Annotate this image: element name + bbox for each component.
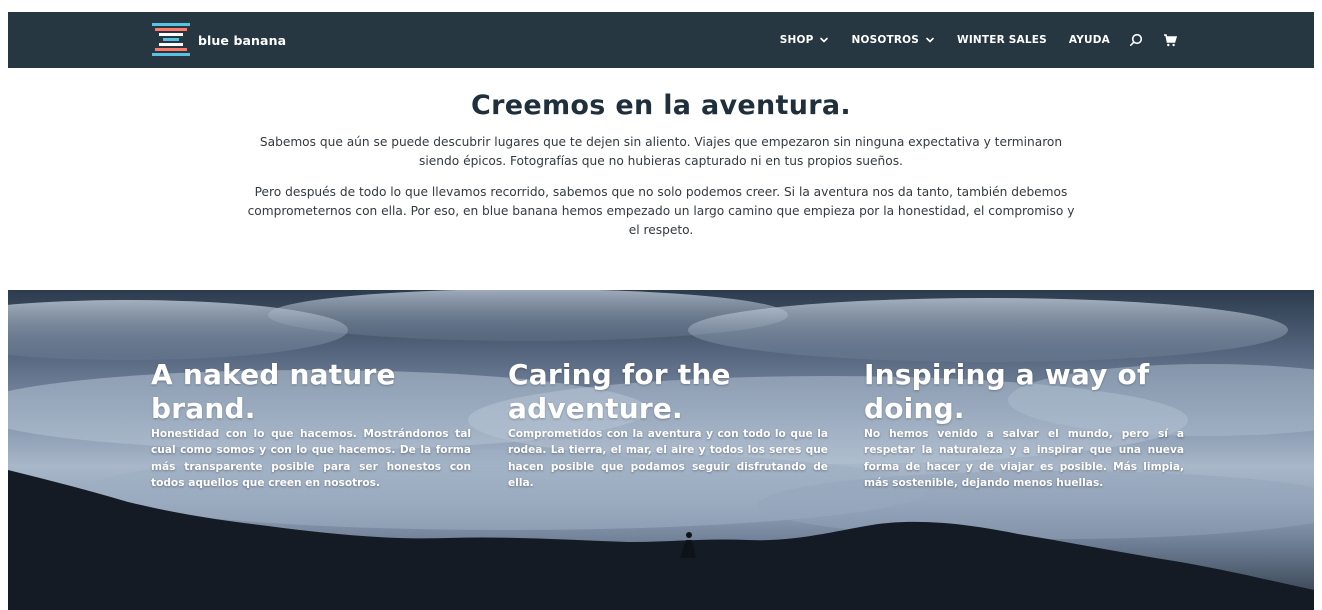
menu-label-nosotros[interactable]: NOSOTROS [851,34,919,46]
search-icon[interactable] [1128,32,1144,48]
menu-item-nosotros[interactable]: NOSOTROS [851,34,935,46]
value-title-1: A naked nature brand. [151,358,396,425]
value-title-2: Caring for the adventure. [508,358,731,425]
intro-section: Creemos en la aventura. Sabemos que aún … [0,68,1322,290]
page-title: Creemos en la aventura. [471,90,851,121]
value-title-3: Inspiring a way of doing. [864,358,1150,425]
menu-label-shop[interactable]: SHOP [780,34,814,46]
intro-paragraph-2: Pero después de todo lo que llevamos rec… [247,185,1075,237]
intro-paragraph-1: Sabemos que aún se puede descubrir lugar… [259,135,1063,168]
chevron-down-icon[interactable] [925,35,935,45]
site-header: blue banana SHOP NOSOTROS WINTER SALES A… [8,12,1314,68]
value-text-2: Comprometidos con la aventura y con todo… [508,428,828,489]
value-column-1: A naked nature brand. Honestidad con lo … [151,358,471,491]
value-text-1: Honestidad con lo que hacemos. Mostrándo… [151,428,471,489]
x-stripes-logo-icon [152,23,190,56]
main-menu: SHOP NOSOTROS WINTER SALES AYUDA [758,12,1178,68]
menu-item-ayuda[interactable]: AYUDA [1069,34,1110,46]
cart-icon[interactable] [1162,32,1178,48]
top-strip [0,0,1322,12]
logo-link[interactable]: blue banana [150,18,286,62]
menu-label-winter-sales[interactable]: WINTER SALES [957,34,1047,46]
menu-label-ayuda[interactable]: AYUDA [1069,34,1110,46]
chevron-down-icon[interactable] [819,35,829,45]
menu-item-winter-sales[interactable]: WINTER SALES [957,34,1047,46]
brand-name[interactable]: blue banana [198,33,286,48]
value-column-2: Caring for the adventure. Comprometidos … [508,358,828,491]
value-text-3: No hemos venido a salvar el mundo, pero … [864,428,1184,489]
menu-item-shop[interactable]: SHOP [780,34,830,46]
value-column-3: Inspiring a way of doing. No hemos venid… [864,358,1184,491]
values-banner: A naked nature brand. Honestidad con lo … [8,290,1314,610]
